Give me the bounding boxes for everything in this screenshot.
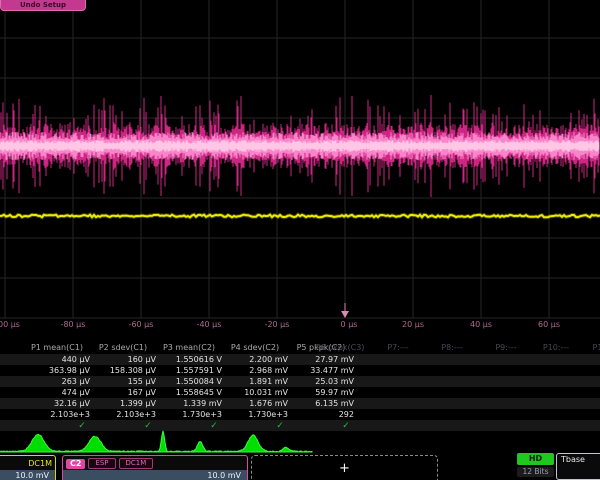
measure-value-cell: 1.339 mV [183,399,222,408]
measure-value-cell: 167 µV [128,388,156,397]
c2-coupling-badge: DC1M [119,458,154,469]
time-axis-label: -60 µs [129,320,154,329]
measure-column-header[interactable]: P4 sdev(C2) [231,343,279,352]
time-axis-label: 0 µs [341,320,358,329]
measure-value-cell: 1.399 µV [120,399,156,408]
measure-value-cell: 1.676 mV [249,399,288,408]
measure-column-header-disabled[interactable]: P11 [592,343,600,352]
measure-column-header[interactable]: P3 mean(C2) [163,343,215,352]
timebase-descriptor[interactable]: Tbase 20.0 µs [556,453,600,480]
time-axis: -100 µs -80 µs -60 µs -40 µs -20 µs 0 µs 20 µs… [0,320,600,332]
measure-value-cell: 440 µV [62,355,90,364]
waveform-display [0,0,600,340]
measure-column-header-disabled[interactable]: P8:--- [441,343,462,352]
c1-scale-value: 10.0 mV [0,470,55,480]
measure-value-cell: 2.200 mV [249,355,288,364]
measure-value-cell: 1.891 mV [249,377,288,386]
measure-value-cell: 1.730e+3 [248,410,288,419]
measure-value-cell: 160 µV [128,355,156,364]
table-row-stripe [0,376,600,387]
time-axis-label: -20 µs [265,320,290,329]
measure-column-header-disabled[interactable]: P9:--- [495,343,516,352]
measure-column-header-disabled[interactable]: P10:--- [543,343,569,352]
add-trace-button[interactable]: + [251,455,438,480]
measure-value-cell: 155 µV [128,377,156,386]
c2-scale-value: 10.0 mV [63,470,247,480]
hd-bits-label: 12 Bits [517,467,554,477]
measure-value-cell: 33.477 mV [310,366,354,375]
time-axis-label: 40 µs [470,320,492,329]
channel-c1-trace [0,215,600,218]
hd-mode-badge: HD [517,453,554,465]
measure-value-cell: 1.558645 V [176,388,222,397]
time-axis-label: 60 µs [538,320,560,329]
measure-value-cell: 59.97 mV [315,388,354,397]
measure-value-cell: 474 µV [62,388,90,397]
channel-c2-noise-trace [0,95,599,197]
measure-column-header-disabled[interactable]: P6 pkpk(C3) [316,343,365,352]
measurement-table[interactable]: P1 mean(C1) 440 µV 363.98 µV 263 µV 474 µV 32… [0,341,600,433]
trigger-position-marker [341,303,349,318]
measure-value-cell: 25.03 mV [315,377,354,386]
time-axis-label: -100 µs [0,320,20,329]
measure-value-cell: 1.550084 V [176,377,222,386]
channel-descriptor-c2[interactable]: C2 ESP DC1M 10.0 mV [62,455,248,480]
time-axis-label: 20 µs [402,320,424,329]
tbase-value: 20.0 µs [561,466,600,475]
measure-status-check-icon: ✓ [342,421,350,431]
measure-column-header[interactable]: P1 mean(C1) [31,343,83,352]
oscilloscope-screen: Undo Setup -100 µs -80 µs -60 µs -40 µs -20 … [0,0,600,480]
c1-coupling-label: DC1M [28,459,52,468]
measure-value-cell: 32.16 µV [54,399,90,408]
measure-value-cell: 1.730e+3 [182,410,222,419]
time-axis-label: -40 µs [197,320,222,329]
undo-setup-button[interactable]: Undo Setup [0,0,86,11]
measure-value-cell: 158.308 µV [110,366,156,375]
table-row-stripe [0,354,600,365]
measure-column-header[interactable]: P2 sdev(C1) [99,343,147,352]
measure-value-cell: 2.103e+3 [116,410,156,419]
c2-esp-badge: ESP [88,458,115,469]
measure-value-cell: 292 [339,410,354,419]
c2-channel-badge: C2 [66,459,85,469]
histogram-trace [0,428,330,456]
tbase-label: Tbase [561,455,585,464]
measure-value-cell: 1.550616 V [176,355,222,364]
channel-descriptor-c1[interactable]: DC1M 10.0 mV [0,455,56,480]
measure-value-cell: 2.103e+3 [50,410,90,419]
table-row-stripe [0,398,600,409]
measure-value-cell: 263 µV [62,377,90,386]
measure-value-cell: 1.557591 V [176,366,222,375]
measure-value-cell: 10.031 mV [244,388,288,397]
measure-value-cell: 363.98 µV [49,366,90,375]
measure-value-cell: 2.968 mV [249,366,288,375]
measure-column-header-disabled[interactable]: P7:--- [387,343,408,352]
time-axis-label: -80 µs [61,320,86,329]
measure-value-cell: 27.97 mV [315,355,354,364]
measure-value-cell: 6.135 mV [315,399,354,408]
